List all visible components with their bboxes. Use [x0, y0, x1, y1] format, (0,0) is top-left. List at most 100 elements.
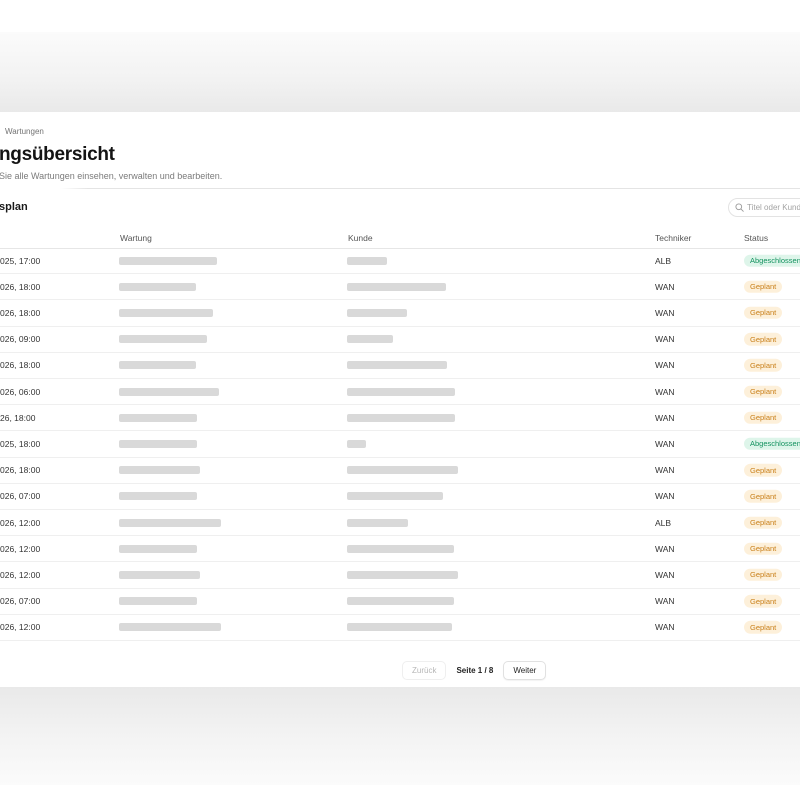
- row-datetime: 26, 18:00: [0, 413, 35, 423]
- search-input[interactable]: [747, 203, 800, 212]
- redacted-wartung-bar: [119, 440, 197, 448]
- status-badge: Geplant: [744, 307, 782, 320]
- row-techniker: WAN: [655, 439, 675, 449]
- row-techniker: WAN: [655, 465, 675, 475]
- redacted-kunde-bar: [347, 414, 455, 422]
- redacted-kunde-bar: [347, 545, 454, 553]
- redacted-kunde-bar: [347, 309, 407, 317]
- table-row[interactable]: 026, 12:00 WAN Geplant: [0, 562, 800, 588]
- redacted-wartung-bar: [119, 571, 200, 579]
- row-techniker: WAN: [655, 334, 675, 344]
- row-techniker: WAN: [655, 491, 675, 501]
- redacted-kunde-bar: [347, 257, 387, 265]
- redacted-kunde-bar: [347, 283, 446, 291]
- status-badge: Geplant: [744, 464, 782, 477]
- status-badge: Geplant: [744, 621, 782, 634]
- redacted-kunde-bar: [347, 335, 393, 343]
- row-datetime: 026, 09:00: [0, 334, 40, 344]
- row-datetime: 026, 18:00: [0, 465, 40, 475]
- redacted-kunde-bar: [347, 597, 454, 605]
- pagination: Zurück Seite 1 / 8 Weiter: [402, 661, 546, 680]
- row-datetime: 026, 18:00: [0, 360, 40, 370]
- redacted-wartung-bar: [119, 257, 217, 265]
- table-row[interactable]: 026, 12:00 ALB Geplant: [0, 510, 800, 536]
- row-techniker: WAN: [655, 308, 675, 318]
- page-subtitle: Sie alle Wartungen einsehen, verwalten u…: [0, 171, 222, 181]
- backdrop-top: [0, 32, 800, 112]
- breadcrumb[interactable]: Wartungen: [5, 127, 44, 136]
- status-badge: Geplant: [744, 385, 782, 398]
- redacted-kunde-bar: [347, 571, 458, 579]
- table-row[interactable]: 026, 18:00 WAN Geplant: [0, 458, 800, 484]
- backdrop-bottom: [0, 687, 800, 785]
- row-techniker: WAN: [655, 360, 675, 370]
- row-datetime: 026, 18:00: [0, 282, 40, 292]
- redacted-wartung-bar: [119, 335, 207, 343]
- column-header-techniker: Techniker: [655, 233, 691, 243]
- row-datetime: 026, 06:00: [0, 387, 40, 397]
- redacted-wartung-bar: [119, 414, 197, 422]
- column-header-wartung: Wartung: [120, 233, 152, 243]
- status-badge: Geplant: [744, 333, 782, 346]
- redacted-wartung-bar: [119, 388, 219, 396]
- search-icon: [735, 203, 744, 212]
- previous-page-button[interactable]: Zurück: [402, 661, 446, 680]
- row-datetime: 026, 07:00: [0, 596, 40, 606]
- column-header-status: Status: [744, 233, 768, 243]
- table-row[interactable]: 026, 07:00WANGeplant: [0, 589, 800, 615]
- row-datetime: 025, 17:00: [0, 256, 40, 266]
- redacted-kunde-bar: [347, 466, 458, 474]
- redacted-wartung-bar: [119, 283, 196, 291]
- table-row[interactable]: 026, 18:00 WAN Geplant: [0, 300, 800, 326]
- table-row[interactable]: 026, 12:00WANGeplant: [0, 536, 800, 562]
- row-techniker: WAN: [655, 622, 675, 632]
- redacted-kunde-bar: [347, 623, 452, 631]
- redacted-kunde-bar: [347, 492, 443, 500]
- page-title: ngsübersicht: [0, 144, 115, 166]
- redacted-wartung-bar: [119, 519, 221, 527]
- row-techniker: WAN: [655, 570, 675, 580]
- status-badge: Geplant: [744, 412, 782, 425]
- row-techniker: WAN: [655, 387, 675, 397]
- redacted-kunde-bar: [347, 361, 447, 369]
- status-badge: Geplant: [744, 281, 782, 294]
- section-title: splan: [0, 201, 28, 213]
- header-divider: [60, 188, 800, 189]
- status-badge: Abgeschlossen: [744, 254, 800, 267]
- redacted-kunde-bar: [347, 388, 455, 396]
- column-header-kunde: Kunde: [348, 233, 373, 243]
- redacted-wartung-bar: [119, 466, 200, 474]
- redacted-wartung-bar: [119, 492, 197, 500]
- redacted-kunde-bar: [347, 519, 408, 527]
- status-badge: Geplant: [744, 569, 782, 582]
- redacted-wartung-bar: [119, 545, 197, 553]
- table-row[interactable]: 026, 12:00 WAN Geplant: [0, 615, 800, 641]
- row-datetime: 026, 12:00: [0, 518, 40, 528]
- status-badge: Geplant: [744, 359, 782, 372]
- next-page-button[interactable]: Weiter: [503, 661, 546, 680]
- table-row[interactable]: 026, 18:00 WAN Geplant: [0, 274, 800, 300]
- table-row[interactable]: 025, 17:00ALBAbgeschlossen: [0, 248, 800, 274]
- redacted-wartung-bar: [119, 361, 196, 369]
- row-techniker: ALB: [655, 518, 671, 528]
- table-row[interactable]: 026, 07:00WANGeplant: [0, 484, 800, 510]
- status-badge: Abgeschlossen: [744, 438, 800, 451]
- row-techniker: WAN: [655, 282, 675, 292]
- table-row[interactable]: 026, 06:00 WAN Geplant: [0, 379, 800, 405]
- redacted-wartung-bar: [119, 623, 221, 631]
- table-row[interactable]: 025, 18:00 WAN Abgeschlossen: [0, 431, 800, 457]
- table-row[interactable]: 26, 18:00 WAN Geplant: [0, 405, 800, 431]
- row-techniker: WAN: [655, 413, 675, 423]
- status-badge: Geplant: [744, 516, 782, 529]
- table-row[interactable]: 026, 09:00 WAN Geplant: [0, 327, 800, 353]
- row-datetime: 026, 12:00: [0, 622, 40, 632]
- search-box[interactable]: [728, 198, 800, 217]
- row-datetime: 026, 12:00: [0, 570, 40, 580]
- row-datetime: 026, 07:00: [0, 491, 40, 501]
- table-row[interactable]: 026, 18:00 WAN Geplant: [0, 353, 800, 379]
- redacted-wartung-bar: [119, 597, 197, 605]
- row-datetime: 025, 18:00: [0, 439, 40, 449]
- row-datetime: 026, 18:00: [0, 308, 40, 318]
- row-techniker: WAN: [655, 544, 675, 554]
- row-datetime: 026, 12:00: [0, 544, 40, 554]
